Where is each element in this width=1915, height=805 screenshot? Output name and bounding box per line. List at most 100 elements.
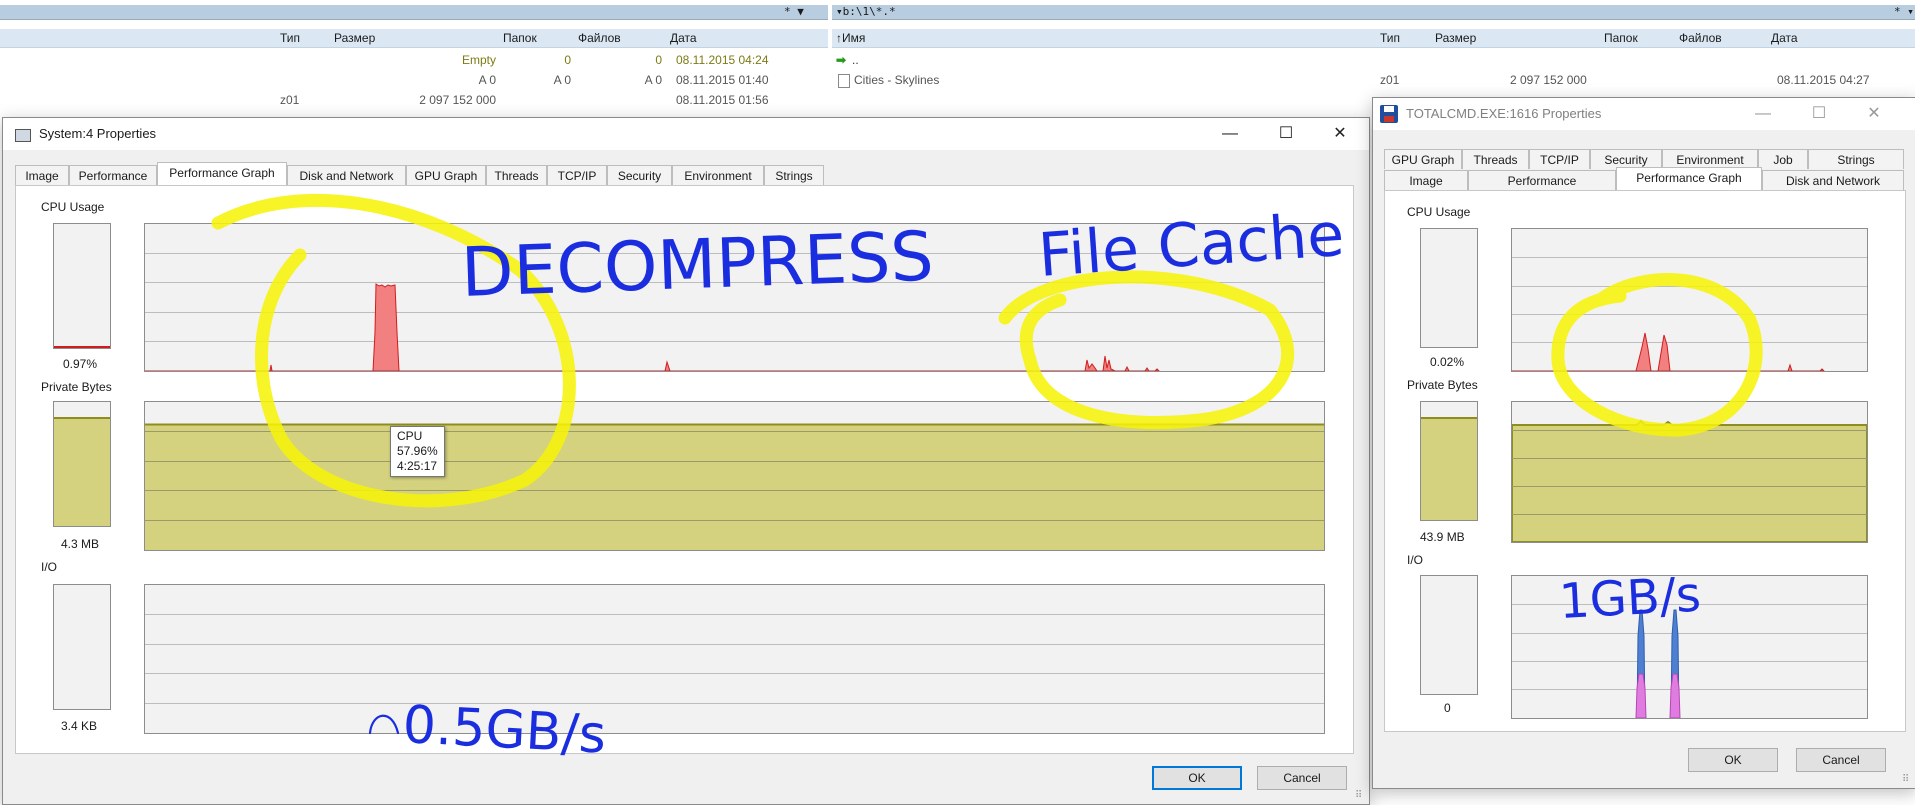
right-column-header: ↑Имя Тип Размер Папок Файлов Дата	[832, 29, 1915, 48]
tab-job[interactable]: Job	[1758, 149, 1808, 169]
resize-grip-icon[interactable]: ⠿	[1902, 774, 1914, 786]
private-bytes-label: Private Bytes	[1407, 378, 1478, 392]
tab-strings[interactable]: Strings	[1808, 149, 1904, 169]
tab-strip-row1: GPU Graph Threads TCP/IP Security Enviro…	[1384, 149, 1904, 169]
private-graph-svg	[145, 423, 1324, 550]
floppy-disk-icon	[1380, 105, 1398, 123]
io-meter	[53, 584, 111, 710]
column-date[interactable]: Дата	[670, 29, 697, 47]
close-button[interactable]: ✕	[1320, 122, 1360, 146]
close-button[interactable]: ✕	[1854, 102, 1894, 126]
tab-environment[interactable]: Environment	[672, 165, 764, 185]
io-meter	[1420, 575, 1478, 695]
title-bar: System:4 Properties — ☐ ✕	[3, 118, 1369, 150]
tab-gpu-graph[interactable]: GPU Graph	[406, 165, 486, 185]
list-item-parent[interactable]: ➡ ..	[832, 52, 1915, 69]
tab-environment[interactable]: Environment	[1662, 149, 1758, 169]
cancel-button[interactable]: Cancel	[1796, 748, 1886, 772]
tab-disk-and-network[interactable]: Disk and Network	[287, 165, 406, 185]
performance-graph-panel: CPU Usage 0.97% Private Bytes 4.3 MB I/O…	[15, 185, 1354, 754]
private-bytes-label: Private Bytes	[41, 380, 112, 394]
performance-graph-panel: CPU Usage 0.02% Private Bytes 43.9 MB I/…	[1384, 190, 1906, 732]
tab-strip-row2: Image Performance Performance Graph Disk…	[1384, 167, 1904, 190]
tab-security[interactable]: Security	[607, 165, 672, 185]
window-title: System:4 Properties	[39, 126, 157, 141]
private-bytes-value: 43.9 MB	[1420, 530, 1465, 544]
cpu-history-area	[145, 283, 1160, 371]
cancel-button[interactable]: Cancel	[1257, 766, 1347, 790]
tab-strings[interactable]: Strings	[764, 165, 824, 185]
resize-grip-icon[interactable]: ⠿	[1355, 790, 1367, 802]
minimize-button[interactable]: —	[1210, 122, 1250, 146]
cpu-usage-graph[interactable]	[1511, 228, 1868, 372]
left-pane-controls[interactable]: * ▼	[784, 5, 804, 19]
io-value: 3.4 KB	[61, 719, 98, 733]
list-item[interactable]: Empty 0 0 08.11.2015 04:24	[0, 52, 828, 69]
system-properties-dialog: System:4 Properties — ☐ ✕ Image Performa…	[2, 117, 1370, 805]
tab-performance-graph[interactable]: Performance Graph	[1616, 167, 1762, 190]
column-name[interactable]: ↑Имя	[836, 29, 865, 47]
right-path[interactable]: ▾b:\1\*.*	[836, 5, 896, 19]
up-arrow-icon: ➡	[836, 53, 847, 67]
cpu-usage-meter	[1420, 228, 1478, 348]
minimize-button[interactable]: —	[1743, 102, 1783, 126]
tab-tcpip[interactable]: TCP/IP	[547, 165, 607, 185]
column-size[interactable]: Размер	[1435, 29, 1476, 47]
cpu-usage-value: 0.02%	[1430, 355, 1465, 369]
list-item[interactable]: z01 2 097 152 000 08.11.2015 01:56	[0, 92, 828, 109]
tab-threads[interactable]: Threads	[1462, 149, 1529, 169]
tab-gpu-graph[interactable]: GPU Graph	[1384, 149, 1462, 169]
tab-strip: Image Performance Performance Graph Disk…	[15, 162, 1355, 185]
tab-tcpip[interactable]: TCP/IP	[1529, 149, 1590, 169]
cpu-usage-graph[interactable]	[144, 223, 1325, 372]
private-bytes-level	[54, 417, 110, 526]
column-folders[interactable]: Папок	[1604, 29, 1638, 47]
column-type[interactable]: Тип	[1380, 29, 1400, 47]
cpu-usage-label: CPU Usage	[1407, 205, 1471, 219]
right-pane-controls[interactable]: * ▾	[1894, 5, 1914, 19]
title-bar: TOTALCMD.EXE:1616 Properties — ☐ ✕	[1373, 98, 1915, 130]
column-files[interactable]: Файлов	[578, 29, 621, 47]
column-files[interactable]: Файлов	[1679, 29, 1722, 47]
cpu-graph-svg	[1512, 257, 1867, 371]
cpu-graph-svg	[145, 253, 1324, 371]
tab-security[interactable]: Security	[1590, 149, 1662, 169]
right-path-bar: ▾b:\1\*.* * ▾	[832, 5, 1915, 20]
io-graph-svg	[1512, 604, 1867, 718]
left-column-header: Тип Размер Папок Файлов Дата	[0, 29, 828, 48]
private-bytes-meter	[53, 401, 111, 527]
tab-performance[interactable]: Performance	[1468, 170, 1616, 190]
column-size[interactable]: Размер	[334, 29, 375, 47]
cpu-usage-value: 0.97%	[63, 357, 98, 371]
io-graph[interactable]	[144, 584, 1325, 734]
io-graph[interactable]	[1511, 575, 1868, 719]
column-type[interactable]: Тип	[280, 29, 300, 47]
tab-image[interactable]: Image	[1384, 170, 1468, 190]
private-graph-svg	[1512, 419, 1867, 542]
cpu-usage-level	[54, 346, 110, 348]
file-icon	[838, 74, 850, 88]
maximize-button[interactable]: ☐	[1266, 122, 1306, 146]
io-value: 0	[1444, 701, 1451, 715]
list-item[interactable]: Cities - Skylines z01 2 097 152 000 08.1…	[832, 72, 1915, 89]
column-folders[interactable]: Папок	[503, 29, 537, 47]
tab-image[interactable]: Image	[15, 165, 69, 185]
tab-threads[interactable]: Threads	[486, 165, 547, 185]
ok-button[interactable]: OK	[1152, 766, 1242, 790]
maximize-button[interactable]: ☐	[1799, 102, 1839, 126]
ok-button[interactable]: OK	[1688, 748, 1778, 772]
private-bytes-meter	[1420, 401, 1478, 521]
cpu-tooltip: CPU 57.96% 4:25:17	[390, 426, 445, 477]
io-graph-svg	[145, 614, 1324, 704]
list-item[interactable]: A 0 A 0 A 0 08.11.2015 01:40	[0, 72, 828, 89]
left-path-bar: * ▼	[0, 5, 828, 20]
io-label: I/O	[41, 560, 58, 574]
tab-performance-graph[interactable]: Performance Graph	[157, 162, 287, 185]
tab-disk-and-network[interactable]: Disk and Network	[1762, 170, 1904, 190]
tab-performance[interactable]: Performance	[69, 165, 157, 185]
column-date[interactable]: Дата	[1771, 29, 1798, 47]
private-bytes-level	[1421, 417, 1477, 520]
private-bytes-graph[interactable]	[144, 401, 1325, 551]
private-bytes-graph[interactable]	[1511, 401, 1868, 543]
cpu-usage-meter	[53, 223, 111, 349]
